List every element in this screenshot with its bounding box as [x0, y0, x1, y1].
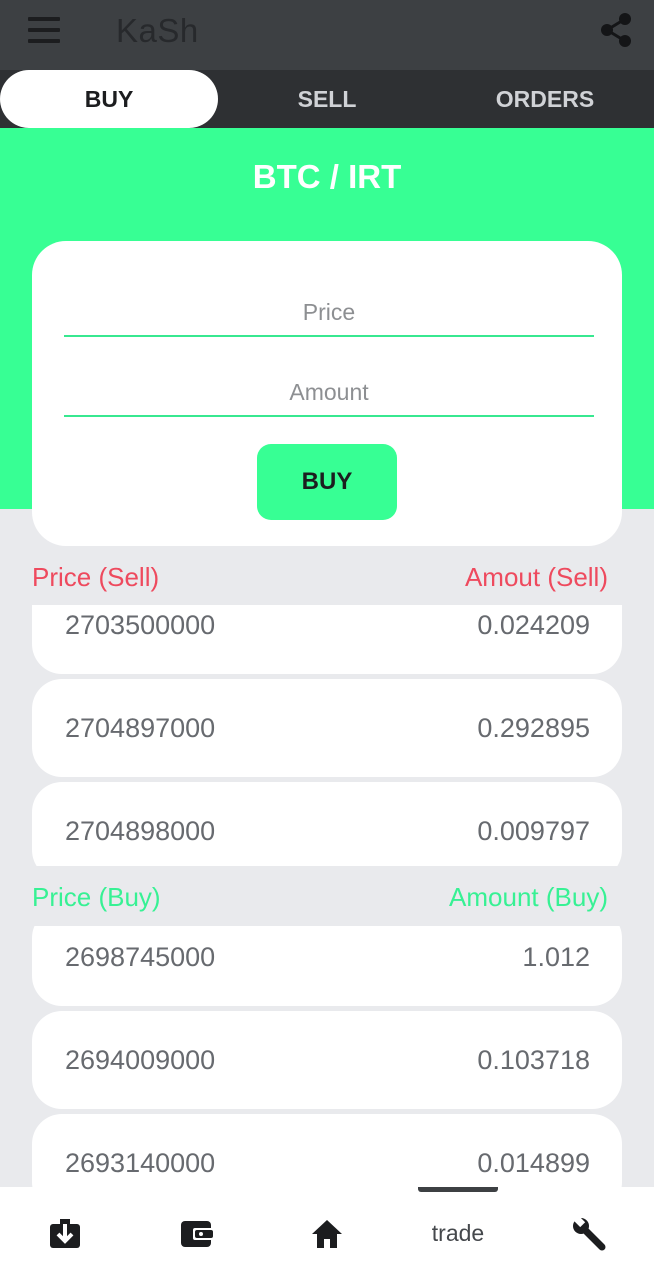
app-bar: KaSh	[0, 0, 654, 70]
order-amount: 0.014899	[477, 1148, 590, 1178]
tab-sell[interactable]: SELL	[218, 70, 436, 128]
nav-home[interactable]	[262, 1187, 392, 1280]
buy-orders-list[interactable]: 2698745000 1.012 2694009000 0.103718 269…	[32, 926, 622, 1187]
buy-button[interactable]: BUY	[257, 444, 397, 520]
sell-orders-list[interactable]: 2703500000 0.024209 2704897000 0.292895 …	[32, 605, 622, 866]
buy-order-row[interactable]: 2698745000 1.012	[32, 926, 622, 1006]
bottom-navigation: trade	[0, 1187, 654, 1280]
buy-order-row[interactable]: 2694009000 0.103718	[32, 1011, 622, 1109]
order-price: 2704898000	[65, 816, 216, 846]
buy-price-header: Price (Buy)	[32, 882, 161, 912]
order-form-card: BUY	[32, 241, 622, 546]
order-price: 2703500000	[65, 610, 216, 640]
order-price: 2698745000	[65, 942, 216, 972]
order-amount: 0.103718	[477, 1045, 590, 1075]
sell-order-row[interactable]: 2704898000 0.009797	[32, 782, 622, 866]
order-amount: 1.012	[522, 942, 590, 972]
buy-amount-header: Amount (Buy)	[449, 882, 608, 912]
order-amount: 0.292895	[477, 713, 590, 743]
order-amount: 0.009797	[477, 816, 590, 846]
pair-title: BTC / IRT	[252, 158, 402, 195]
sell-order-row[interactable]: 2704897000 0.292895	[32, 679, 622, 777]
buy-order-row[interactable]: 2693140000 0.014899	[32, 1114, 622, 1187]
wrench-icon	[573, 1215, 606, 1250]
sell-amount-header: Amout (Sell)	[464, 562, 608, 592]
active-nav-indicator	[418, 1187, 498, 1192]
order-price: 2694009000	[65, 1045, 216, 1075]
nav-settings[interactable]	[524, 1187, 654, 1280]
buy-orders-header: Price (Buy) Amount (Buy)	[32, 882, 608, 918]
order-price: 2704897000	[65, 713, 216, 743]
nav-deposit[interactable]	[0, 1187, 130, 1280]
nav-wallet[interactable]	[131, 1187, 261, 1280]
tab-orders[interactable]: ORDERS	[436, 70, 654, 128]
sell-order-row[interactable]: 2703500000 0.024209	[32, 605, 622, 674]
amount-input[interactable]	[64, 369, 594, 417]
tab-bar: BUY SELL ORDERS	[0, 70, 654, 128]
hamburger-menu-icon[interactable]	[28, 17, 60, 43]
home-icon	[312, 1219, 342, 1248]
sell-orders-header: Price (Sell) Amout (Sell)	[32, 562, 608, 598]
nav-trade[interactable]: trade	[393, 1187, 523, 1280]
share-icon[interactable]	[598, 12, 634, 48]
sell-price-header: Price (Sell)	[32, 562, 160, 592]
price-input[interactable]	[64, 289, 594, 337]
wallet-icon	[181, 1220, 213, 1247]
deposit-icon	[50, 1218, 80, 1248]
tab-buy[interactable]: BUY	[0, 70, 218, 128]
order-price: 2693140000	[65, 1148, 216, 1178]
app-title: KaSh	[116, 12, 199, 49]
order-amount: 0.024209	[477, 610, 590, 640]
nav-trade-label: trade	[431, 1220, 485, 1246]
